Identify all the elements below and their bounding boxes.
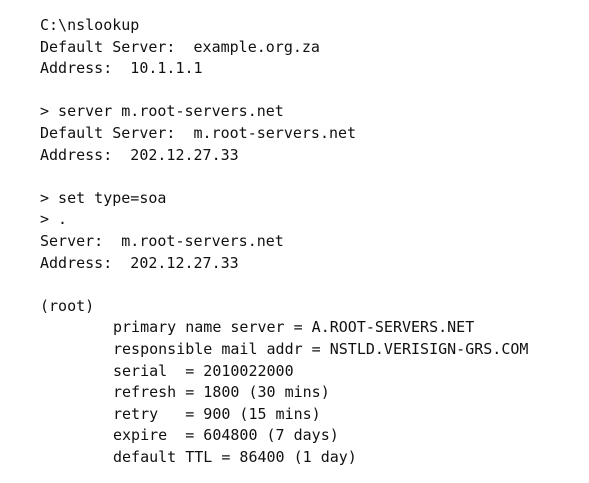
command-nslookup: C:\nslookup [40, 16, 140, 34]
address-line: Address: 202.12.27.33 [40, 145, 239, 164]
address-line: Address: 10.1.1.1 [40, 59, 203, 78]
default-server-line: Default Server: example.org.za [40, 37, 320, 56]
command-server: > server m.root-servers.net [40, 102, 284, 121]
address-line: Address: 202.12.27.33 [40, 253, 239, 272]
command-set-type: > set type=soa [40, 188, 167, 207]
zone-label: (root) [40, 296, 95, 315]
soa-retry: retry = 900 (15 mins) [113, 404, 321, 423]
soa-serial: serial = 2010022000 [113, 361, 294, 380]
terminal-output: C:\nslookup Default Server: example.org.… [40, 15, 580, 468]
soa-refresh: refresh = 1800 (30 mins) [113, 383, 330, 402]
command-query: > . [40, 210, 68, 229]
soa-default-ttl: default TTL = 86400 (1 day) [113, 447, 357, 466]
default-server-line: Default Server: m.root-servers.net [40, 123, 357, 142]
server-line: Server: m.root-servers.net [40, 231, 284, 250]
soa-primary-name-server: primary name server = A.ROOT-SERVERS.NET [113, 318, 475, 337]
soa-responsible-mail-addr: responsible mail addr = NSTLD.VERISIGN-G… [113, 339, 529, 358]
soa-expire: expire = 604800 (7 days) [113, 426, 339, 445]
